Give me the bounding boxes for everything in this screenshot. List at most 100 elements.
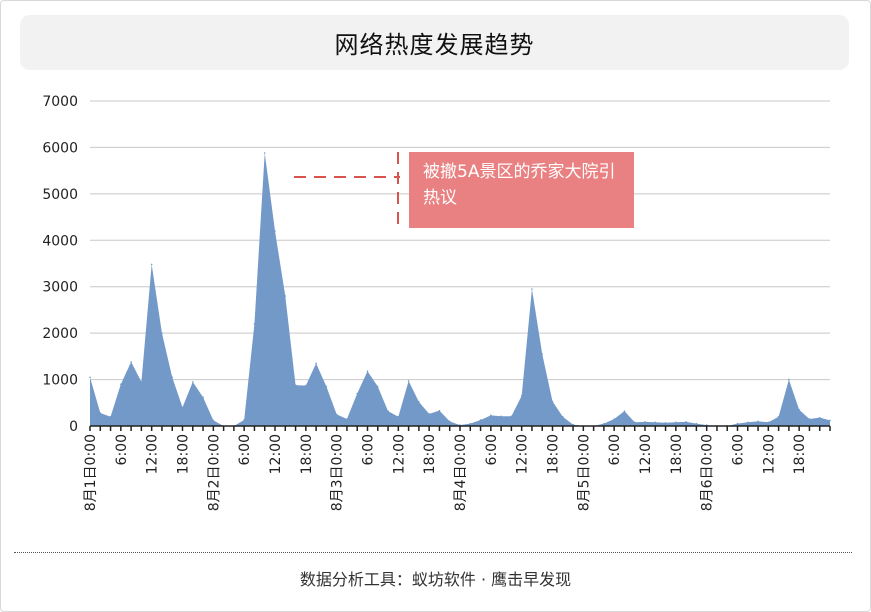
data-point <box>284 295 287 297</box>
data-point <box>541 353 544 355</box>
x-tick-label: 8月6日0:00 <box>700 434 716 511</box>
data-point <box>551 400 554 403</box>
data-point <box>335 413 338 416</box>
data-point <box>99 412 102 414</box>
data-point <box>633 421 636 424</box>
data-point <box>746 421 749 424</box>
data-point <box>695 422 698 425</box>
data-point <box>305 384 307 387</box>
data-point <box>202 396 204 399</box>
data-point <box>654 421 657 424</box>
data-point <box>561 415 564 418</box>
data-point <box>479 419 482 421</box>
data-point <box>490 414 492 417</box>
data-point <box>397 415 400 418</box>
x-tick-label: 6:00 <box>237 434 253 465</box>
data-point <box>644 421 646 423</box>
x-tick-label: 6:00 <box>607 434 623 465</box>
data-point <box>181 406 184 409</box>
y-gridlines <box>90 100 830 427</box>
data-point <box>736 422 739 425</box>
x-axis <box>89 425 831 431</box>
y-tick-label: 3000 <box>42 280 78 296</box>
x-tick-label: 6:00 <box>484 434 500 465</box>
data-point <box>315 362 317 365</box>
data-point <box>294 384 297 386</box>
y-tick-label: 5000 <box>42 187 78 203</box>
data-point <box>603 422 605 425</box>
data-point <box>120 383 122 386</box>
y-tick-label: 7000 <box>42 94 78 110</box>
data-point <box>356 392 359 395</box>
x-tick-label: 12:00 <box>145 434 161 474</box>
x-tick-label: 8月3日0:00 <box>330 434 346 511</box>
x-tick-label: 18:00 <box>299 434 315 474</box>
annotation-callout: 被撤5A景区的乔家大院引热议 <box>409 152 634 228</box>
data-point <box>191 381 194 383</box>
data-point <box>613 418 615 420</box>
data-point <box>664 421 667 424</box>
data-point <box>808 418 811 420</box>
x-tick-label: 18:00 <box>546 434 562 474</box>
data-point <box>531 288 533 290</box>
x-tick-label: 8月2日0:00 <box>206 434 222 511</box>
data-point <box>428 413 430 415</box>
data-point <box>829 419 831 422</box>
data-point <box>243 419 245 421</box>
data-point <box>757 420 759 423</box>
annotation-text: 被撤5A景区的乔家大院引热议 <box>423 162 616 208</box>
data-point <box>346 418 348 420</box>
data-point <box>150 263 153 266</box>
data-point <box>161 332 163 334</box>
data-point <box>89 376 91 379</box>
data-point <box>263 152 266 154</box>
data-point <box>448 420 451 423</box>
x-tick-label: 18:00 <box>422 434 438 474</box>
data-point <box>171 376 174 379</box>
y-tick-label: 0 <box>69 419 78 435</box>
x-tick-label: 8月1日0:00 <box>83 434 99 511</box>
x-tick-label: 6:00 <box>114 434 130 465</box>
data-point <box>623 410 626 412</box>
x-tick-label: 12:00 <box>268 434 284 474</box>
data-point <box>418 401 420 403</box>
x-tick-label: 6:00 <box>731 434 747 465</box>
data-point <box>675 421 677 424</box>
data-point <box>274 230 276 232</box>
annotation-leader-lines <box>294 152 400 228</box>
footer-source: 数据分析工具：蚁坊软件 · 鹰击早发现 <box>299 570 572 589</box>
data-point <box>212 419 215 422</box>
y-tick-label: 1000 <box>42 373 78 389</box>
y-tick-label: 6000 <box>42 140 78 156</box>
data-point <box>798 408 800 411</box>
data-point <box>253 323 256 325</box>
x-tick-label: 18:00 <box>176 434 192 474</box>
x-tick-label: 12:00 <box>638 434 654 474</box>
data-point <box>500 415 502 418</box>
data-point <box>438 409 441 412</box>
x-tick-label: 18:00 <box>792 434 808 474</box>
x-axis-tick-labels: 8月1日0:00 6:00 12:00 18:00 8月2日0:00 6:00 12:00 1… <box>83 434 808 511</box>
data-point <box>572 423 574 426</box>
data-point <box>130 361 132 363</box>
x-tick-label: 8月5日0:00 <box>576 434 592 511</box>
data-point <box>520 395 523 397</box>
y-tick-label: 4000 <box>42 233 78 249</box>
x-tick-label: 18:00 <box>669 434 685 474</box>
data-point <box>767 421 770 424</box>
x-tick-label: 12:00 <box>515 434 531 474</box>
data-point <box>510 415 513 418</box>
footer-divider <box>14 552 852 553</box>
data-point <box>376 385 379 388</box>
data-point <box>788 378 790 381</box>
data-point <box>109 415 112 418</box>
data-point <box>387 410 389 412</box>
y-axis-tick-labels: 0 1000 2000 3000 4000 5000 6000 7000 <box>42 94 78 435</box>
data-point <box>325 385 328 388</box>
x-tick-label: 12:00 <box>391 434 407 474</box>
area-chart: 0 1000 2000 3000 4000 5000 6000 7000 8月1日0:00 6:… <box>42 94 831 511</box>
y-tick-label: 2000 <box>42 326 78 342</box>
data-point <box>366 370 369 373</box>
data-point <box>140 381 143 383</box>
data-point <box>818 416 821 419</box>
